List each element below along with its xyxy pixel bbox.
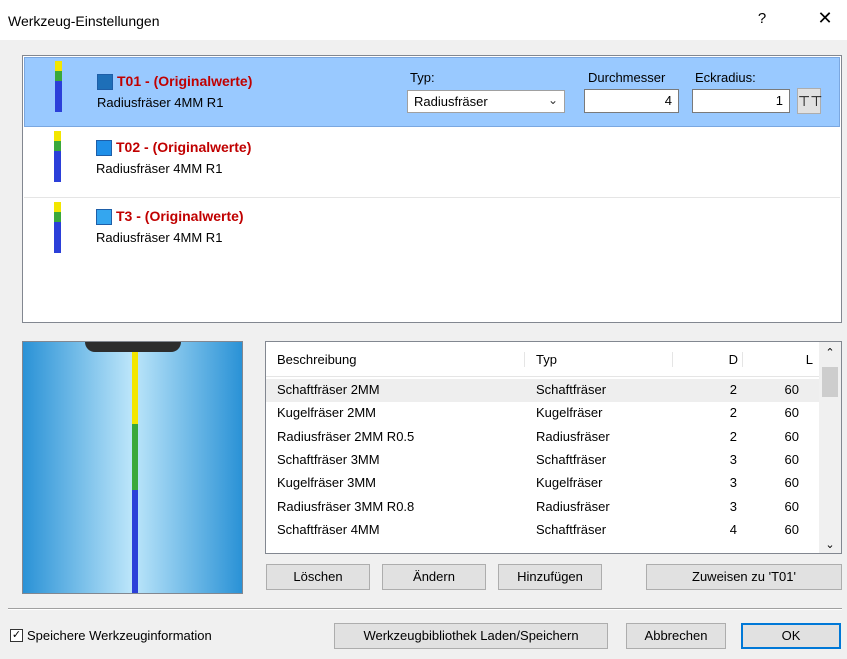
cell-typ: Kugelfräser bbox=[536, 405, 603, 420]
preview-shank-yellow bbox=[132, 352, 138, 424]
cell-d: 2 bbox=[729, 405, 737, 420]
tool-name: T02 - (Originalwerte) bbox=[116, 139, 252, 155]
scroll-thumb[interactable] bbox=[822, 367, 838, 397]
table-row[interactable]: Radiusfräser 2MM R0.5 Radiusfräser 2 60 bbox=[266, 426, 819, 449]
durchmesser-label: Durchmesser bbox=[588, 70, 666, 85]
cell-l: 60 bbox=[784, 452, 799, 467]
preview-shank-green bbox=[132, 424, 138, 490]
table-header: Beschreibung Typ D L bbox=[266, 342, 819, 377]
column-header-beschreibung[interactable]: Beschreibung bbox=[277, 352, 357, 367]
cell-l: 60 bbox=[784, 405, 799, 420]
column-header-typ[interactable]: Typ bbox=[524, 352, 557, 367]
typ-label: Typ: bbox=[410, 70, 435, 85]
cell-d: 3 bbox=[729, 499, 737, 514]
eckradius-label: Eckradius: bbox=[695, 70, 756, 85]
typ-select[interactable]: Radiusfräser ⌄ bbox=[407, 90, 565, 113]
cell-l: 60 bbox=[784, 522, 799, 537]
divider bbox=[8, 608, 842, 610]
cell-typ: Schaftfräser bbox=[536, 452, 607, 467]
column-header-l[interactable]: L bbox=[742, 352, 813, 367]
cell-d: 3 bbox=[729, 475, 737, 490]
cell-beschreibung: Schaftfräser 2MM bbox=[277, 382, 380, 397]
cell-typ: Schaftfräser bbox=[536, 382, 607, 397]
cell-l: 60 bbox=[784, 499, 799, 514]
cell-typ: Schaftfräser bbox=[536, 522, 607, 537]
tool-item-t3[interactable]: T3 - (Originalwerte) Radiusfräser 4MM R1 bbox=[24, 199, 840, 269]
cell-beschreibung: Schaftfräser 3MM bbox=[277, 452, 380, 467]
column-header-d[interactable]: D bbox=[672, 352, 738, 367]
cell-d: 2 bbox=[729, 382, 737, 397]
zuweisen-button[interactable]: Zuweisen zu 'T01' bbox=[646, 564, 842, 590]
cell-beschreibung: Kugelfräser 2MM bbox=[277, 405, 376, 420]
aendern-button[interactable]: Ändern bbox=[382, 564, 486, 590]
spindle-icon bbox=[85, 342, 181, 352]
tool-name: T3 - (Originalwerte) bbox=[116, 208, 244, 224]
tool-library-table[interactable]: Beschreibung Typ D L Schaftfräser 2MM Sc… bbox=[265, 341, 842, 554]
tool-color-swatch bbox=[96, 140, 112, 156]
scroll-up-icon[interactable]: ⌃ bbox=[819, 346, 841, 359]
tool-item-t02[interactable]: T02 - (Originalwerte) Radiusfräser 4MM R… bbox=[24, 128, 840, 198]
tool-description: Radiusfräser 4MM R1 bbox=[96, 230, 223, 245]
table-row[interactable]: Schaftfräser 2MM Schaftfräser 2 60 bbox=[266, 379, 819, 402]
table-row[interactable]: Schaftfräser 4MM Schaftfräser 4 60 bbox=[266, 519, 819, 542]
cell-beschreibung: Kugelfräser 3MM bbox=[277, 475, 376, 490]
cell-d: 2 bbox=[729, 429, 737, 444]
preview-shank-blue bbox=[132, 490, 138, 593]
cancel-button[interactable]: Abbrechen bbox=[626, 623, 726, 649]
eckradius-field[interactable]: 1 bbox=[692, 89, 790, 113]
tool-color-swatch bbox=[97, 74, 113, 90]
tool-color-swatch bbox=[96, 209, 112, 225]
cell-beschreibung: Schaftfräser 4MM bbox=[277, 522, 380, 537]
cell-l: 60 bbox=[784, 429, 799, 444]
cell-typ: Radiusfräser bbox=[536, 499, 610, 514]
durchmesser-field[interactable]: 4 bbox=[584, 89, 679, 113]
cell-typ: Radiusfräser bbox=[536, 429, 610, 444]
help-button[interactable]: ? bbox=[752, 10, 772, 27]
chevron-down-icon: ⌄ bbox=[547, 93, 558, 107]
close-button[interactable]: ✕ bbox=[812, 8, 838, 29]
tool-settings-button[interactable]: ⊤⊤ bbox=[797, 88, 823, 114]
table-row[interactable]: Kugelfräser 2MM Kugelfräser 2 60 bbox=[266, 402, 819, 425]
title-bar: Werkzeug-Einstellungen ? ✕ bbox=[0, 0, 847, 40]
cell-d: 3 bbox=[729, 452, 737, 467]
vertical-scrollbar[interactable]: ⌃ ⌄ bbox=[819, 342, 841, 553]
table-row[interactable]: Radiusfräser 3MM R0.8 Radiusfräser 3 60 bbox=[266, 496, 819, 519]
tool-description: Radiusfräser 4MM R1 bbox=[97, 95, 224, 110]
cell-d: 4 bbox=[729, 522, 737, 537]
cell-beschreibung: Radiusfräser 2MM R0.5 bbox=[277, 429, 415, 444]
cell-l: 60 bbox=[784, 382, 799, 397]
scroll-down-icon[interactable]: ⌄ bbox=[819, 538, 841, 551]
tool-preview bbox=[22, 341, 243, 594]
table-row[interactable]: Schaftfräser 3MM Schaftfräser 3 60 bbox=[266, 449, 819, 472]
window-title: Werkzeug-Einstellungen bbox=[8, 13, 160, 29]
ok-button[interactable]: OK bbox=[741, 623, 841, 649]
save-tool-info-checkbox[interactable]: ✓ bbox=[10, 629, 23, 642]
save-tool-info-label[interactable]: Speichere Werkzeuginformation bbox=[27, 628, 212, 643]
loeschen-button[interactable]: Löschen bbox=[266, 564, 370, 590]
hinzufuegen-button[interactable]: Hinzufügen bbox=[498, 564, 602, 590]
cell-typ: Kugelfräser bbox=[536, 475, 603, 490]
cell-beschreibung: Radiusfräser 3MM R0.8 bbox=[277, 499, 415, 514]
library-load-save-button[interactable]: Werkzeugbibliothek Laden/Speichern bbox=[334, 623, 608, 649]
typ-select-value: Radiusfräser bbox=[414, 94, 488, 109]
tool-icon: ⊤⊤ bbox=[798, 93, 823, 109]
table-row[interactable]: Kugelfräser 3MM Kugelfräser 3 60 bbox=[266, 472, 819, 495]
cell-l: 60 bbox=[784, 475, 799, 490]
tool-description: Radiusfräser 4MM R1 bbox=[96, 161, 223, 176]
tool-name: T01 - (Originalwerte) bbox=[117, 73, 253, 89]
